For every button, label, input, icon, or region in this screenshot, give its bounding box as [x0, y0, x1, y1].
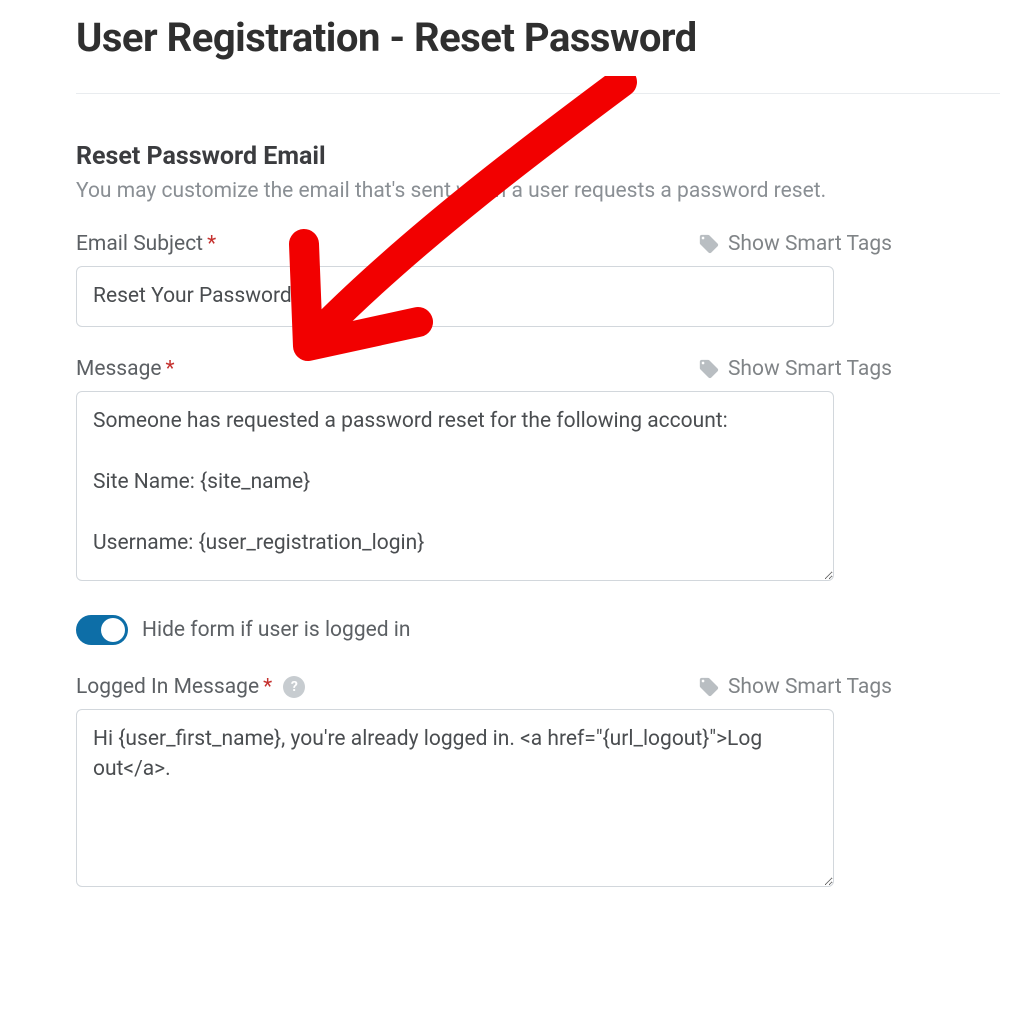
required-mark: * [166, 357, 175, 381]
required-mark: * [263, 675, 272, 699]
hide-form-toggle[interactable] [76, 615, 128, 645]
tag-icon [698, 358, 720, 380]
logged-in-message-label: Logged In Message* ? [76, 675, 305, 699]
page-title: User Registration - Reset Password [76, 14, 1000, 61]
section-title: Reset Password Email [76, 142, 1000, 171]
required-mark: * [207, 232, 216, 256]
logged-in-message-textarea[interactable] [76, 709, 834, 887]
help-icon[interactable]: ? [283, 676, 305, 698]
show-smart-tags-subject[interactable]: Show Smart Tags [698, 232, 892, 256]
email-subject-input[interactable] [76, 266, 834, 326]
message-label: Message* [76, 357, 175, 381]
show-smart-tags-logged-in[interactable]: Show Smart Tags [698, 675, 892, 699]
tag-icon [698, 233, 720, 255]
show-smart-tags-message[interactable]: Show Smart Tags [698, 357, 892, 381]
message-textarea[interactable] [76, 391, 834, 581]
hide-form-toggle-label: Hide form if user is logged in [142, 618, 411, 642]
section-description: You may customize the email that's sent … [76, 177, 1000, 206]
toggle-knob [101, 618, 125, 642]
email-subject-label: Email Subject* [76, 232, 216, 256]
tag-icon [698, 676, 720, 698]
divider [76, 93, 1000, 94]
